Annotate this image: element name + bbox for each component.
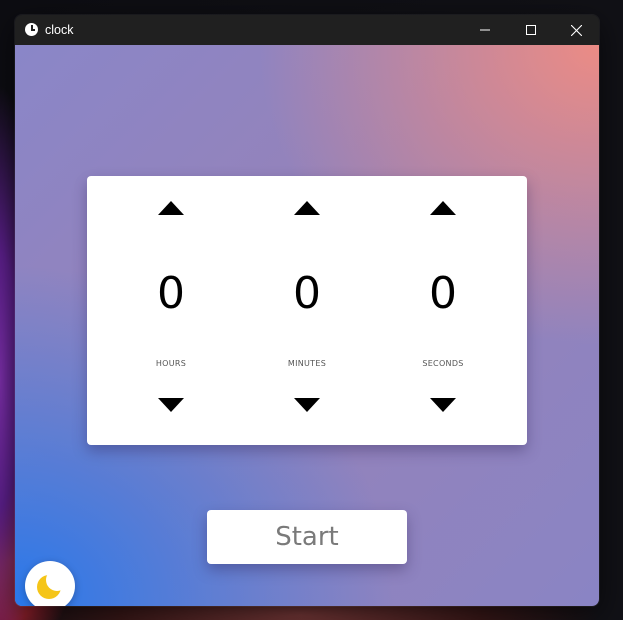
triangle-down-icon [294, 398, 320, 412]
start-button[interactable]: Start [207, 510, 407, 564]
triangle-up-icon [430, 201, 456, 215]
seconds-value[interactable]: 0 [383, 268, 503, 320]
triangle-down-icon [158, 398, 184, 412]
minutes-value[interactable]: 0 [247, 268, 367, 320]
maximize-button[interactable] [508, 15, 554, 45]
seconds-column: 0 SECONDS [383, 176, 503, 445]
close-button[interactable] [553, 15, 599, 45]
title-bar[interactable]: clock [15, 15, 599, 45]
app-content: 0 HOURS 0 MINUTES 0 SECONDS Start [15, 45, 599, 606]
minutes-increment-button[interactable] [294, 201, 320, 215]
hours-decrement-button[interactable] [158, 398, 184, 412]
hours-value[interactable]: 0 [111, 268, 231, 320]
hours-label: HOURS [155, 359, 187, 368]
maximize-icon [526, 25, 536, 35]
seconds-label: SECONDS [422, 359, 464, 368]
hours-column: 0 HOURS [111, 176, 231, 445]
theme-toggle-button[interactable] [25, 561, 75, 606]
moon-icon [37, 575, 61, 599]
clock-window: clock 0 HOURS 0 MINUTES 0 SECONDS Start [15, 15, 599, 606]
hours-increment-button[interactable] [158, 201, 184, 215]
minimize-button[interactable] [462, 15, 508, 45]
triangle-down-icon [430, 398, 456, 412]
seconds-increment-button[interactable] [430, 201, 456, 215]
minimize-icon [480, 29, 490, 31]
close-icon [570, 24, 582, 36]
window-title: clock [45, 23, 74, 37]
triangle-up-icon [294, 201, 320, 215]
minutes-column: 0 MINUTES [247, 176, 367, 445]
minutes-decrement-button[interactable] [294, 398, 320, 412]
timer-card: 0 HOURS 0 MINUTES 0 SECONDS [87, 176, 527, 445]
clock-icon [25, 23, 38, 36]
minutes-label: MINUTES [287, 359, 327, 368]
triangle-up-icon [158, 201, 184, 215]
seconds-decrement-button[interactable] [430, 398, 456, 412]
